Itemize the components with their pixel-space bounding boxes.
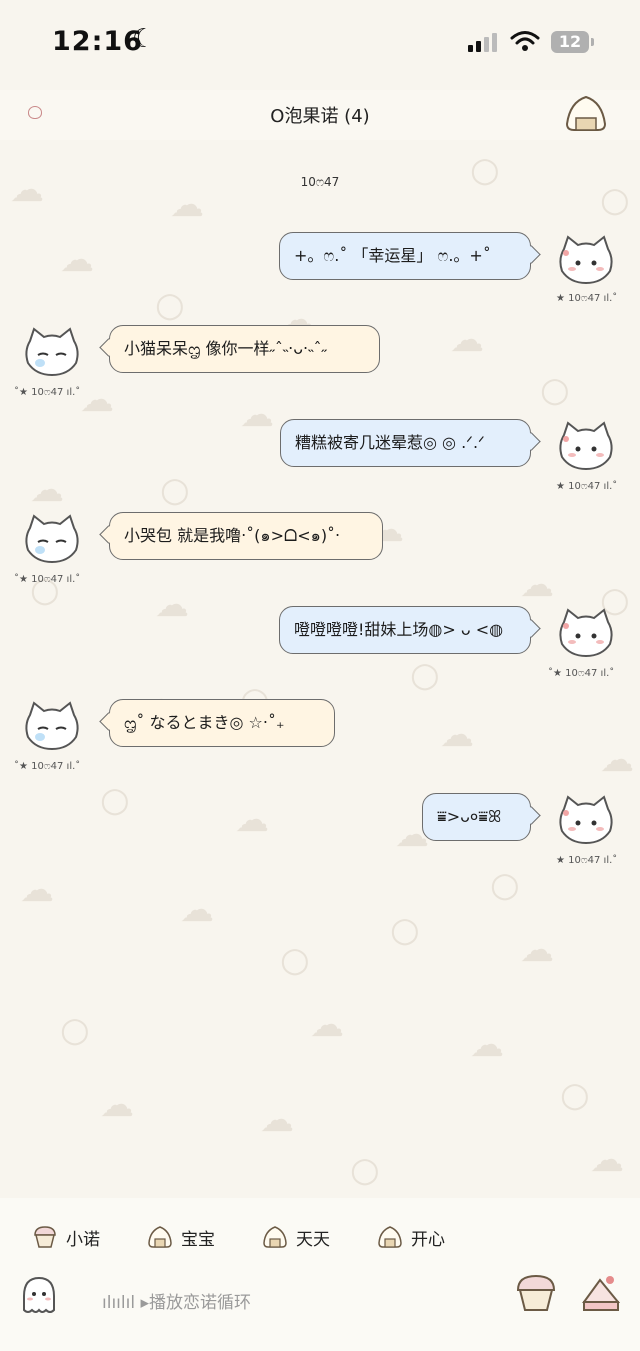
wifi-icon — [510, 31, 540, 51]
ghost-voice-icon[interactable] — [18, 1274, 60, 1316]
cupcake-emoji-icon[interactable] — [514, 1272, 558, 1314]
cat-avatar-icon[interactable] — [556, 233, 616, 285]
message-time: ★ 10ෆ47 ıl.˚ — [556, 481, 618, 492]
cat-avatar-icon[interactable] — [556, 419, 616, 471]
message-time: ˚★ 10ෆ47 ıl.˚ — [14, 574, 81, 585]
battery-level: 12 — [558, 32, 582, 51]
chat-background-pattern: ☁☁ ○○ ☁☁ ○☁ ☁☁ ○☁ ☁○ ☁☁ ☁○ ○○ ☁○ ☁☁ ○☁ ☁… — [10, 150, 634, 1220]
onigiri-icon — [263, 1226, 287, 1248]
cellular-signal-icon — [468, 33, 497, 52]
cat-avatar-icon[interactable] — [22, 512, 82, 564]
message-time: ★ 10ෆ47 ıl.˚ — [556, 293, 618, 304]
timestamp-divider: 10ෆ47 — [300, 175, 340, 189]
message-time: ˚★ 10ෆ47 ıl.˚ — [548, 668, 615, 679]
quick-reply-kaixin[interactable]: 开心 — [377, 1222, 445, 1252]
quick-reply-label: 开心 — [411, 1229, 445, 1250]
message-bubble[interactable]: 小猫呆呆ᦗ 像你一样˶ˆ˵‧ᴗ‧˵ˆ˶ — [109, 325, 380, 373]
message-time: ˚★ 10ෆ47 ıl.˚ — [14, 761, 81, 772]
quick-reply-label: 宝宝 — [181, 1229, 215, 1250]
chat-header: O泡果诺 (4) — [0, 90, 640, 140]
message-bubble[interactable]: ᦗ˚ なるとまき◎ ☆‧˚₊ — [109, 699, 335, 747]
cat-avatar-icon[interactable] — [556, 606, 616, 658]
bottom-toolbar: 小诺 宝宝 天天 开心 ılıılıl ▸播放恋诺循环 — [0, 1198, 640, 1351]
message-time: ˚★ 10ෆ47 ıl.˚ — [14, 387, 81, 398]
cat-avatar-icon[interactable] — [556, 793, 616, 845]
quick-reply-tiantian[interactable]: 天天 — [262, 1222, 330, 1252]
onigiri-icon — [148, 1226, 172, 1248]
quick-reply-baobao[interactable]: 宝宝 — [147, 1222, 215, 1252]
battery-icon: 12 — [551, 31, 594, 53]
cupcake-icon — [34, 1226, 56, 1248]
message-time: ★ 10ෆ47 ıl.˚ — [556, 855, 618, 866]
status-bar: 12:16 ☾ 12 — [0, 0, 640, 88]
status-time: 12:16 — [52, 26, 143, 57]
quick-reply-xiaonuo[interactable]: 小诺 — [32, 1222, 100, 1252]
music-input-field[interactable]: ılıılıl ▸播放恋诺循环 — [102, 1288, 251, 1313]
message-bubble[interactable]: +。ෆ.˚ 「幸运星」 ෆ.。+˚ — [279, 232, 531, 280]
quick-reply-label: 小诺 — [66, 1229, 100, 1250]
cat-avatar-icon[interactable] — [22, 325, 82, 377]
cake-plus-icon[interactable] — [580, 1272, 622, 1314]
chat-title[interactable]: O泡果诺 (4) — [0, 102, 640, 128]
message-bubble[interactable]: ⩸>ᴗ०⩸ꕤ — [422, 793, 531, 841]
quick-reply-label: 天天 — [296, 1229, 330, 1250]
moon-icon: ☾ — [132, 24, 156, 54]
input-bar: ılıılıl ▸播放恋诺循环 — [0, 1268, 640, 1328]
onigiri-icon — [378, 1226, 402, 1248]
message-bubble[interactable]: 小哭包 就是我噜‧˚(๑>ᗝ<๑)˚‧ — [109, 512, 383, 560]
message-bubble[interactable]: 糟糕被寄几迷晕惹◎ ◎ .ᐟ.ᐟ — [280, 419, 531, 467]
message-bubble[interactable]: 噔噔噔噔!甜妹上场◍> ᴗ <◍ — [279, 606, 531, 654]
cat-avatar-icon[interactable] — [22, 699, 82, 751]
onigiri-menu-icon[interactable] — [564, 94, 608, 132]
